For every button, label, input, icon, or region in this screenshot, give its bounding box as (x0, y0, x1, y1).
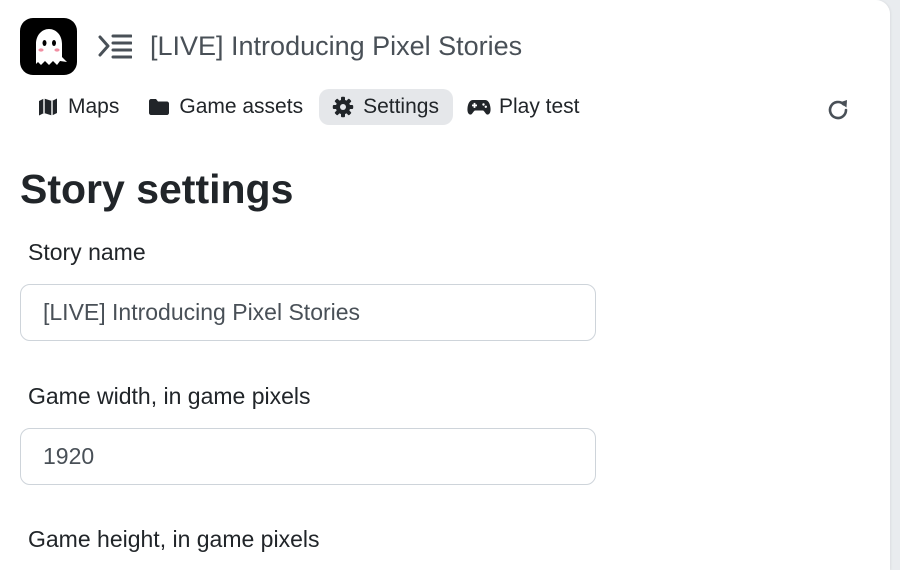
menu-collapse-icon[interactable] (97, 31, 133, 61)
app-title: [LIVE] Introducing Pixel Stories (150, 30, 523, 61)
tab-maps[interactable]: Maps (24, 89, 133, 125)
tab-settings[interactable]: Settings (319, 89, 453, 125)
tab-play-test[interactable]: Play test (455, 89, 594, 125)
tab-game-assets-label: Game assets (179, 95, 304, 118)
tab-game-assets[interactable]: Game assets (135, 89, 317, 125)
main-nav: Maps Game assets Settings Play test (24, 89, 596, 125)
app-header: [LIVE] Introducing Pixel Stories (20, 17, 522, 75)
game-width-label: Game width, in game pixels (28, 383, 311, 409)
gamepad-icon (467, 95, 491, 119)
game-width-input[interactable] (20, 428, 596, 485)
story-name-input[interactable] (20, 284, 596, 341)
folder-icon (147, 95, 171, 119)
refresh-icon[interactable] (824, 96, 852, 124)
tab-maps-label: Maps (68, 95, 120, 118)
ghost-icon[interactable] (20, 17, 77, 75)
game-height-label: Game height, in game pixels (28, 526, 320, 552)
page-title: Story settings (20, 166, 294, 212)
story-name-label: Story name (28, 239, 146, 265)
gear-icon (331, 95, 355, 119)
map-icon (36, 95, 60, 119)
app-window: [LIVE] Introducing Pixel Stories Maps Ga… (0, 0, 890, 570)
tab-play-test-label: Play test (498, 95, 580, 118)
tab-settings-label: Settings (363, 95, 439, 118)
